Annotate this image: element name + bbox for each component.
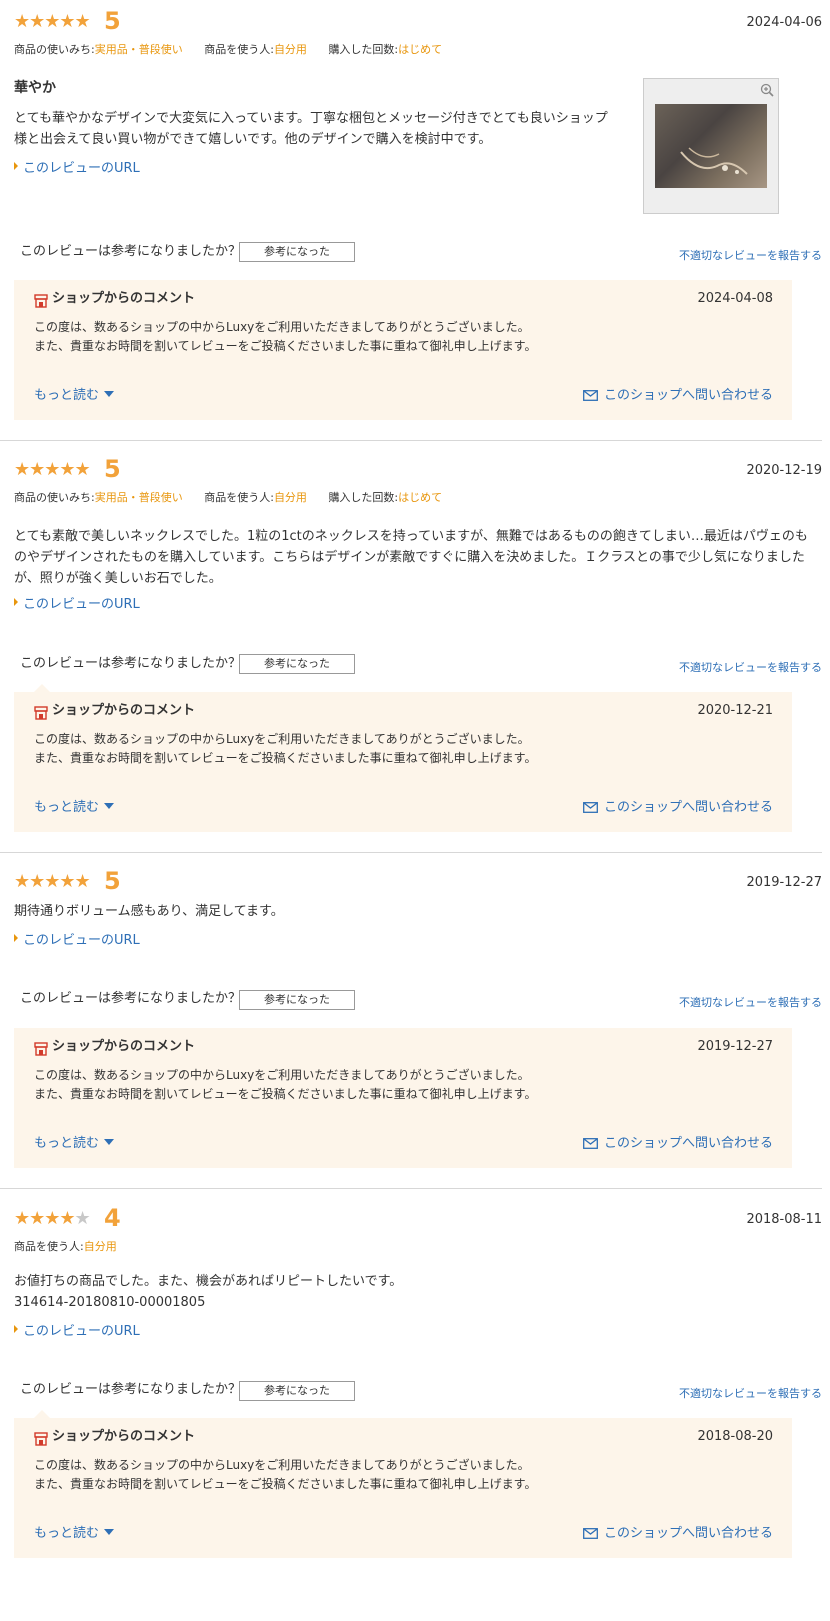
review-url-link[interactable]: このレビューのURL [14, 932, 140, 950]
product-photo [655, 104, 767, 188]
review-body: 期待通りボリューム感もあり、満足してます。 [14, 904, 284, 919]
rating-score: 5 [104, 455, 121, 483]
caret-down-icon [104, 803, 115, 809]
contact-shop-link[interactable]: このショップへ問い合わせる [583, 1525, 773, 1543]
star-rating: ★★★★★ [14, 871, 91, 892]
caret-down-icon [104, 391, 115, 397]
shop-comment-box: ショップからのコメント 2018-08-20 この度は、数あるショップの中からL… [14, 1410, 792, 1558]
review-date: 2020-12-19 [746, 463, 822, 478]
review-url-link[interactable]: このレビューのURL [14, 1323, 140, 1341]
review-date: 2024-04-06 [746, 15, 822, 30]
review-url-link[interactable]: このレビューのURL [14, 160, 140, 178]
shop-comment-box: ショップからのコメント 2019-12-27 この度は、数あるショップの中からL… [14, 1028, 792, 1168]
contact-shop-link[interactable]: このショップへ問い合わせる [583, 387, 773, 405]
shop-comment-box: ショップからのコメント 2024-04-08 この度は、数あるショップの中からL… [14, 280, 792, 420]
triangle-right-icon [14, 598, 18, 606]
report-review-link[interactable]: 不適切なレビューを報告する [679, 1386, 822, 1402]
shop-comment-text: この度は、数あるショップの中からLuxyをご利用いただきましてありがとうございま… [34, 732, 537, 765]
caret-down-icon [104, 1529, 115, 1535]
caret-down-icon [104, 1139, 115, 1145]
review-image-thumbnail[interactable] [643, 78, 779, 214]
review-body: お値打ちの商品でした。また、機会があればリピートしたいです。 314614-20… [14, 1274, 403, 1310]
shop-comment-date: 2018-08-20 [697, 1429, 773, 1444]
review-url-link[interactable]: このレビューのURL [14, 596, 140, 614]
comment-pointer [34, 1410, 50, 1418]
shop-icon [34, 294, 48, 308]
shop-comment-date: 2024-04-08 [697, 291, 773, 306]
star-rating: ★★★★★ [14, 1208, 91, 1229]
shop-comment-date: 2019-12-27 [697, 1039, 773, 1054]
star-rating: ★★★★★ [14, 11, 91, 32]
contact-shop-link[interactable]: このショップへ問い合わせる [583, 799, 773, 817]
shop-comment-date: 2020-12-21 [697, 703, 773, 718]
star-rating: ★★★★★ [14, 459, 91, 480]
zoom-in-icon[interactable] [760, 83, 774, 97]
shop-comment-text: この度は、数あるショップの中からLuxyをご利用いただきましてありがとうございま… [34, 1068, 537, 1101]
read-more-link[interactable]: もっと読む [34, 387, 115, 405]
review-item: ★★★★★ 4 2018-08-11 商品を使う人:自分用 お値打ちの商品でした… [0, 1197, 822, 1621]
mail-icon [583, 390, 598, 401]
helpful-button[interactable]: 参考になった [239, 654, 355, 674]
review-divider [0, 852, 822, 853]
review-divider [0, 1188, 822, 1189]
shop-comment-title: ショップからのコメント [52, 703, 196, 718]
review-date: 2019-12-27 [746, 875, 822, 890]
mail-icon [583, 1528, 598, 1539]
shop-comment-text: この度は、数あるショップの中からLuxyをご利用いただきましてありがとうございま… [34, 320, 537, 353]
review-item: ★★★★★ 5 2020-12-19 商品の使いみち:実用品・普段使い 商品を使… [0, 448, 822, 852]
contact-shop-link[interactable]: このショップへ問い合わせる [583, 1135, 773, 1153]
rating-score: 4 [104, 1204, 121, 1232]
report-review-link[interactable]: 不適切なレビューを報告する [679, 248, 822, 264]
helpful-question: このレビューは参考になりましたか？ [20, 1382, 242, 1397]
rating-score: 5 [104, 7, 121, 35]
helpful-question: このレビューは参考になりましたか？ [20, 656, 242, 671]
shop-icon [34, 1432, 48, 1446]
triangle-right-icon [14, 934, 18, 942]
shop-comment-title: ショップからのコメント [52, 291, 196, 306]
read-more-link[interactable]: もっと読む [34, 1135, 115, 1153]
helpful-question: このレビューは参考になりましたか？ [20, 244, 242, 259]
mail-icon [583, 1138, 598, 1149]
shop-comment-text: この度は、数あるショップの中からLuxyをご利用いただきましてありがとうございま… [34, 1458, 537, 1491]
shop-comment-title: ショップからのコメント [52, 1429, 196, 1444]
triangle-right-icon [14, 162, 18, 170]
report-review-link[interactable]: 不適切なレビューを報告する [679, 995, 822, 1011]
review-meta: 商品を使う人:自分用 [14, 1240, 117, 1253]
mail-icon [583, 802, 598, 813]
review-body: とても華やかなデザインで大変気に入っています。丁寧な梱包とメッセージ付きでとても… [14, 111, 608, 147]
review-divider [0, 440, 822, 441]
helpful-question: このレビューは参考になりましたか？ [20, 991, 242, 1006]
review-item: ★★★★★ 5 2019-12-27 期待通りボリューム感もあり、満足してます。… [0, 860, 822, 1188]
comment-pointer [34, 684, 50, 692]
necklace-image [680, 147, 748, 175]
review-item: ★★★★★ 5 2024-04-06 商品の使いみち:実用品・普段使い 商品を使… [0, 0, 822, 440]
review-date: 2018-08-11 [746, 1212, 822, 1227]
helpful-button[interactable]: 参考になった [239, 1381, 355, 1401]
shop-icon [34, 1042, 48, 1056]
rating-score: 5 [104, 867, 121, 895]
read-more-link[interactable]: もっと読む [34, 799, 115, 817]
review-meta: 商品の使いみち:実用品・普段使い 商品を使う人:自分用 購入した回数:はじめて [14, 43, 443, 56]
shop-comment-title: ショップからのコメント [52, 1039, 196, 1054]
review-body: とても素敵で美しいネックレスでした。1粒の1ctのネックレスを持っていますが、無… [14, 529, 808, 586]
helpful-button[interactable]: 参考になった [239, 990, 355, 1010]
read-more-link[interactable]: もっと読む [34, 1525, 115, 1543]
review-title: 華やか [14, 80, 56, 96]
helpful-button[interactable]: 参考になった [239, 242, 355, 262]
report-review-link[interactable]: 不適切なレビューを報告する [679, 660, 822, 676]
shop-icon [34, 706, 48, 720]
shop-comment-box: ショップからのコメント 2020-12-21 この度は、数あるショップの中からL… [14, 684, 792, 832]
triangle-right-icon [14, 1325, 18, 1333]
review-meta: 商品の使いみち:実用品・普段使い 商品を使う人:自分用 購入した回数:はじめて [14, 491, 443, 504]
